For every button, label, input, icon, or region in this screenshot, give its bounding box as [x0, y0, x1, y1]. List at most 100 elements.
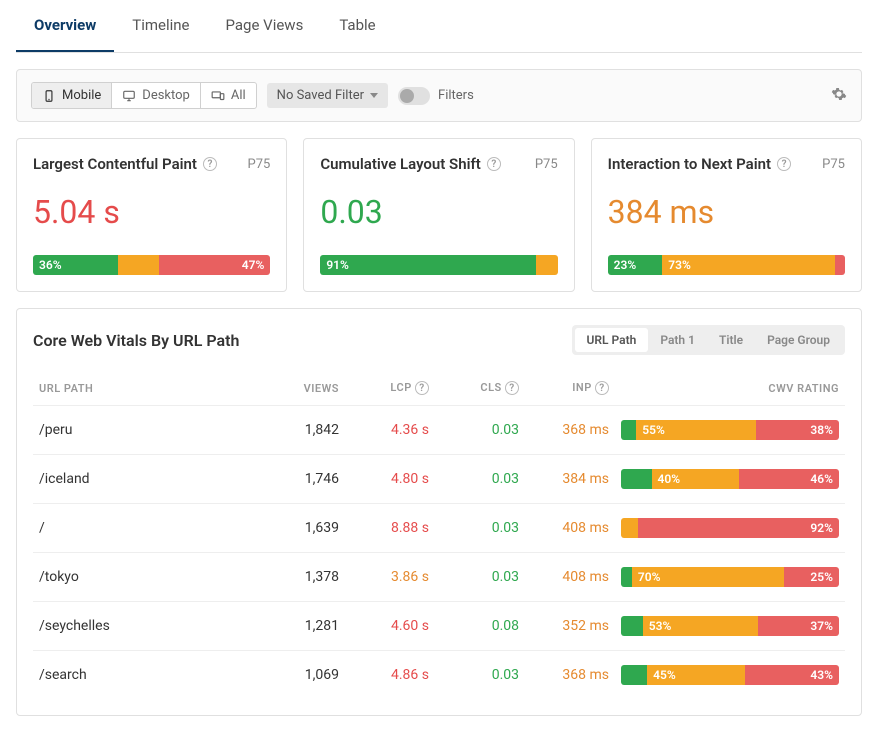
- rating-bar-orange: 40%: [652, 469, 739, 489]
- tab-pageviews[interactable]: Page Views: [208, 0, 322, 52]
- p75-label: P75: [248, 157, 271, 172]
- group-path1-button[interactable]: Path 1: [648, 328, 707, 352]
- table-row[interactable]: /peru1,8424.36 s0.03368 ms55%38%: [33, 406, 845, 455]
- card-inp-head: Interaction to Next Paint ? P75: [608, 155, 845, 173]
- cell-rating: 45%43%: [615, 651, 845, 700]
- table-row[interactable]: /search1,0694.86 s0.03368 ms45%43%: [33, 651, 845, 700]
- card-cls: Cumulative Layout Shift ? P75 0.03 91%: [303, 138, 574, 292]
- lcp-bar-red: 47%: [159, 255, 271, 275]
- card-inp-title: Interaction to Next Paint ?: [608, 155, 791, 173]
- metric-name: Largest Contentful Paint: [33, 155, 197, 173]
- cell-cls: 0.03: [435, 504, 525, 553]
- group-pagegroup-button[interactable]: Page Group: [755, 328, 842, 352]
- grouping-toggle: URL Path Path 1 Title Page Group: [572, 325, 845, 355]
- cell-views: 1,069: [265, 651, 345, 700]
- cell-path: /peru: [33, 406, 265, 455]
- cell-views: 1,281: [265, 602, 345, 651]
- cell-lcp: 4.86 s: [345, 651, 435, 700]
- rating-bar-orange: 70%: [632, 567, 785, 587]
- cwv-table-head: Core Web Vitals By URL Path URL Path Pat…: [33, 325, 845, 355]
- device-desktop-button[interactable]: Desktop: [112, 83, 201, 108]
- cell-inp: 408 ms: [525, 553, 615, 602]
- cell-rating: 70%25%: [615, 553, 845, 602]
- cell-inp: 352 ms: [525, 602, 615, 651]
- col-cls[interactable]: CLS ?: [435, 373, 525, 406]
- rating-bar-green: [621, 420, 636, 440]
- cwv-table-title: Core Web Vitals By URL Path: [33, 331, 239, 350]
- help-icon[interactable]: ?: [595, 381, 609, 395]
- metric-name: Cumulative Layout Shift: [320, 155, 481, 173]
- cls-bar-orange: [536, 255, 557, 275]
- tab-table[interactable]: Table: [321, 0, 393, 52]
- inp-bar-red: [835, 255, 844, 275]
- card-cls-title: Cumulative Layout Shift ?: [320, 155, 501, 173]
- cell-cls: 0.03: [435, 406, 525, 455]
- saved-filter-label: No Saved Filter: [277, 88, 364, 103]
- desktop-icon: [122, 89, 136, 103]
- cell-path: /search: [33, 651, 265, 700]
- table-row[interactable]: /tokyo1,3783.86 s0.03408 ms70%25%: [33, 553, 845, 602]
- help-icon[interactable]: ?: [487, 157, 501, 171]
- rating-bar-red: 46%: [739, 469, 839, 489]
- table-row[interactable]: /seychelles1,2814.60 s0.08352 ms53%37%: [33, 602, 845, 651]
- rating-bar-orange: 53%: [643, 616, 759, 636]
- inp-bar-orange: 73%: [662, 255, 835, 275]
- help-icon[interactable]: ?: [505, 381, 519, 395]
- cls-bar-green: 91%: [320, 255, 536, 275]
- inp-distribution-bar: 23% 73%: [608, 255, 845, 275]
- table-header-row: URL PATH VIEWS LCP ? CLS ? INP ? CWV RAT…: [33, 373, 845, 406]
- cell-cls: 0.08: [435, 602, 525, 651]
- cell-inp: 408 ms: [525, 504, 615, 553]
- card-lcp: Largest Contentful Paint ? P75 5.04 s 36…: [16, 138, 287, 292]
- cls-value: 0.03: [320, 193, 557, 231]
- table-row[interactable]: /iceland1,7464.80 s0.03384 ms40%46%: [33, 455, 845, 504]
- metric-cards: Largest Contentful Paint ? P75 5.04 s 36…: [16, 138, 862, 292]
- device-mobile-button[interactable]: Mobile: [32, 83, 112, 108]
- col-lcp[interactable]: LCP ?: [345, 373, 435, 406]
- help-icon[interactable]: ?: [777, 157, 791, 171]
- device-toggle-group: Mobile Desktop All: [31, 82, 257, 109]
- group-urlpath-button[interactable]: URL Path: [575, 328, 649, 352]
- saved-filter-select[interactable]: No Saved Filter: [267, 83, 388, 108]
- p75-label: P75: [822, 157, 845, 172]
- cell-lcp: 4.60 s: [345, 602, 435, 651]
- inp-value: 384 ms: [608, 193, 845, 231]
- cell-views: 1,378: [265, 553, 345, 602]
- cell-cls: 0.03: [435, 455, 525, 504]
- col-inp[interactable]: INP ?: [525, 373, 615, 406]
- card-lcp-title: Largest Contentful Paint ?: [33, 155, 217, 173]
- rating-bar-red: 43%: [745, 665, 839, 685]
- rating-bar: 40%46%: [621, 469, 839, 489]
- cell-cls: 0.03: [435, 651, 525, 700]
- rating-bar: 92%: [621, 518, 839, 538]
- tab-overview[interactable]: Overview: [16, 0, 114, 52]
- col-rating[interactable]: CWV RATING: [615, 373, 845, 406]
- cell-path: /tokyo: [33, 553, 265, 602]
- card-lcp-head: Largest Contentful Paint ? P75: [33, 155, 270, 173]
- rating-bar: 70%25%: [621, 567, 839, 587]
- cell-path: /: [33, 504, 265, 553]
- inp-bar-green: 23%: [608, 255, 663, 275]
- group-title-button[interactable]: Title: [707, 328, 755, 352]
- cls-distribution-bar: 91%: [320, 255, 557, 275]
- filters-toggle[interactable]: [398, 87, 430, 105]
- table-row[interactable]: /1,6398.88 s0.03408 ms92%: [33, 504, 845, 553]
- help-icon[interactable]: ?: [415, 381, 429, 395]
- rating-bar-orange: 55%: [636, 420, 756, 440]
- help-icon[interactable]: ?: [203, 157, 217, 171]
- settings-button[interactable]: [831, 86, 847, 106]
- cell-lcp: 8.88 s: [345, 504, 435, 553]
- cell-inp: 368 ms: [525, 651, 615, 700]
- card-cls-head: Cumulative Layout Shift ? P75: [320, 155, 557, 173]
- lcp-bar-green: 36%: [33, 255, 118, 275]
- device-all-label: All: [231, 88, 246, 103]
- device-all-button[interactable]: All: [201, 83, 256, 108]
- cell-path: /seychelles: [33, 602, 265, 651]
- rating-bar-orange: [621, 518, 638, 538]
- rating-bar: 55%38%: [621, 420, 839, 440]
- tab-timeline[interactable]: Timeline: [114, 0, 207, 52]
- col-views[interactable]: VIEWS: [265, 373, 345, 406]
- col-urlpath[interactable]: URL PATH: [33, 373, 265, 406]
- rating-bar-red: 38%: [756, 420, 839, 440]
- lcp-distribution-bar: 36% 47%: [33, 255, 270, 275]
